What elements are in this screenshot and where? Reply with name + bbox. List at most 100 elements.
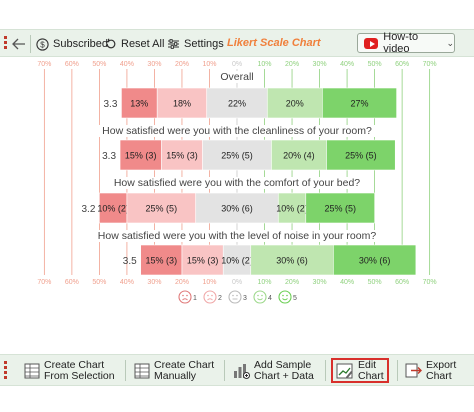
dollar-circle-icon: $ [36, 37, 49, 51]
axis-tick-label-bottom: 60% [395, 279, 409, 286]
bar-data-label: 25% (5) [221, 151, 253, 161]
settings-label: Settings [184, 38, 224, 50]
how-to-video-dropdown[interactable]: How-to video ⌄ [357, 31, 455, 55]
bar-data-label: 15% (3) [146, 256, 178, 266]
face-mouth [257, 298, 263, 301]
reset-all-label: Reset All [121, 38, 165, 50]
bar-data-label: 10% (2) [221, 256, 253, 266]
bar-data-label: 15% (3) [166, 151, 198, 161]
bar-data-label: 27% [350, 99, 368, 109]
axis-tick-label-bottom: 40% [120, 279, 134, 286]
legend-label: 3 [243, 295, 247, 302]
question-title: Overall [220, 71, 253, 83]
face-eye [232, 294, 234, 297]
axis-tick-label-top: 30% [313, 61, 327, 68]
create-chart-from-selection-label: Create Chart From Selection [44, 358, 115, 382]
edit-chart-button[interactable]: Edit Chart [331, 358, 389, 383]
bar-data-label: 25% (5) [345, 151, 377, 161]
face-eye [236, 294, 238, 297]
axis-tick-label-top: 20% [175, 61, 189, 68]
bar-data-label: 15% (3) [187, 256, 219, 266]
toolbar-grip[interactable] [4, 361, 7, 379]
bar-data-label: 25% (5) [146, 204, 178, 214]
reset-icon [105, 38, 116, 49]
axis-tick-label-top: 20% [285, 61, 299, 68]
toolbar-grip[interactable] [4, 36, 7, 50]
face-mouth [207, 298, 213, 301]
chart-type-title: Likert Scale Chart [227, 37, 321, 49]
sliders-icon [168, 39, 179, 49]
toolbar-separator [224, 360, 225, 381]
face-eye [207, 294, 209, 297]
face-eye [261, 294, 263, 297]
axis-tick-label-top: 10% [258, 61, 272, 68]
axis-tick-label-top: 30% [147, 61, 161, 68]
sample-data-icon [234, 363, 250, 379]
create-chart-manually-button[interactable]: Create Chart Manually [134, 358, 214, 383]
bar-data-label: 13% [130, 99, 148, 109]
subscribed-button[interactable]: $ Subscribed [36, 34, 108, 54]
add-sample-chart-button[interactable]: Add Sample Chart + Data [232, 358, 314, 383]
settings-button[interactable]: Settings [167, 34, 224, 54]
face-eye [186, 294, 188, 297]
face-eye [286, 294, 288, 297]
toolbar-separator [325, 360, 326, 381]
top-toolbar: $ Subscribed Reset All Settings Likert S… [0, 29, 474, 57]
axis-tick-label-bottom: 50% [92, 279, 106, 286]
bar-data-label: 15% (3) [125, 151, 157, 161]
export-chart-button[interactable]: Export Chart [405, 358, 456, 383]
average-score: 3.5 [123, 256, 137, 267]
axis-tick-label-bottom: 70% [37, 279, 51, 286]
bar-data-label: 10% (2) [276, 204, 308, 214]
arrow-left-icon [12, 38, 25, 50]
question-title: How satisfied were you with the cleanlin… [102, 125, 372, 137]
question-title: How satisfied were you with the comfort … [114, 177, 360, 189]
average-score: 3.2 [81, 204, 95, 215]
toolbar-separator [125, 360, 126, 381]
likert-chart: 70%70%60%60%50%50%40%40%30%30%20%20%10%1… [37, 61, 437, 304]
axis-tick-label-top: 40% [120, 61, 134, 68]
bar-data-label: 22% [228, 99, 246, 109]
export-chart-label: Export Chart [426, 358, 457, 382]
how-to-video-label: How-to video [383, 31, 419, 55]
reset-all-button[interactable]: Reset All [105, 34, 164, 54]
legend-label: 2 [218, 295, 222, 302]
bar-data-label: 10% (2) [97, 204, 129, 214]
svg-text:$: $ [40, 40, 45, 49]
axis-tick-label-bottom: 70% [423, 279, 437, 286]
toolbar-separator [397, 360, 398, 381]
bar-data-label: 20% [286, 99, 304, 109]
face-4-icon [253, 290, 267, 304]
axis-tick-label-bottom: 0% [232, 279, 242, 286]
create-chart-manually-label: Create Chart Manually [154, 358, 215, 382]
subscribed-label: Subscribed [53, 38, 109, 50]
add-sample-chart-label: Add Sample Chart + Data [254, 358, 314, 382]
face-eye [182, 294, 184, 297]
axis-tick-label-top: 70% [37, 61, 51, 68]
axis-tick-label-bottom: 30% [313, 279, 327, 286]
bar-data-label: 30% (6) [276, 256, 308, 266]
back-button[interactable] [12, 34, 30, 54]
axis-tick-label-bottom: 10% [202, 279, 216, 286]
axis-tick-label-bottom: 20% [175, 279, 189, 286]
average-score: 3.3 [104, 99, 118, 110]
face-eye [282, 294, 284, 297]
toolbar-separator [30, 35, 31, 53]
create-chart-from-selection-button[interactable]: Create Chart From Selection [24, 358, 115, 383]
bar-data-label: 18% [173, 99, 191, 109]
average-score: 3.3 [102, 151, 116, 162]
axis-tick-label-bottom: 50% [368, 279, 382, 286]
bar-data-label: 25% (5) [324, 204, 356, 214]
export-icon [405, 363, 422, 378]
axis-tick-label-top: 0% [232, 61, 242, 68]
face-1-icon [178, 290, 192, 304]
axis-tick-label-bottom: 30% [147, 279, 161, 286]
face-2-icon [203, 290, 217, 304]
axis-tick-label-top: 10% [202, 61, 216, 68]
face-eye [211, 294, 213, 297]
face-5-icon [278, 290, 292, 304]
legend-label: 4 [268, 295, 272, 302]
face-mouth [282, 298, 288, 301]
youtube-icon [364, 37, 379, 49]
axis-tick-label-top: 60% [395, 61, 409, 68]
